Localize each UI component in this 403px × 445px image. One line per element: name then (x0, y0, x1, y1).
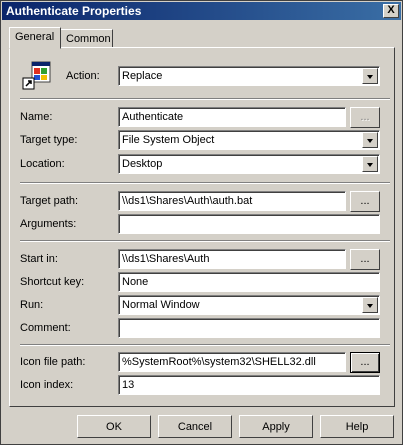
target-path-field[interactable]: \\ds1\Shares\Auth\auth.bat (118, 191, 346, 211)
location-value: Desktop (122, 158, 163, 170)
target-type-value: File System Object (122, 134, 215, 146)
general-panel: Action: Replace Name: Authenticate ... T… (9, 47, 395, 407)
run-label: Run: (20, 299, 44, 311)
action-label: Action: (66, 70, 100, 82)
tab-general-label: General (15, 31, 55, 43)
icon-file-path-value: %SystemRoot%\system32\SHELL32.dll (122, 356, 316, 368)
shortcut-key-value: None (122, 276, 149, 288)
name-field[interactable]: Authenticate (118, 107, 346, 127)
chevron-down-icon[interactable] (362, 68, 378, 84)
shortcut-icon (22, 61, 51, 90)
target-type-label: Target type: (20, 134, 78, 146)
target-path-label: Target path: (20, 195, 79, 207)
shortcut-key-field[interactable]: None (118, 272, 380, 292)
cancel-button[interactable]: Cancel (158, 415, 232, 438)
ok-button[interactable]: OK (77, 415, 151, 438)
name-browse-button: ... (350, 107, 380, 128)
icon-file-path-browse-button[interactable]: ... (350, 352, 380, 373)
close-button[interactable]: X (383, 4, 399, 18)
shortcut-key-label: Shortcut key: (20, 276, 85, 288)
tab-common-label: Common (66, 33, 111, 45)
icon-index-label: Icon index: (20, 379, 74, 391)
icon-file-path-label: Icon file path: (20, 356, 86, 368)
divider (20, 240, 390, 242)
run-select[interactable]: Normal Window (118, 295, 380, 315)
comment-label: Comment: (20, 322, 71, 334)
location-label: Location: (20, 158, 65, 170)
icon-index-value: 13 (122, 379, 135, 391)
name-value: Authenticate (122, 111, 184, 123)
divider (20, 182, 390, 184)
help-button[interactable]: Help (320, 415, 394, 438)
run-value: Normal Window (122, 299, 200, 311)
start-in-browse-button[interactable]: ... (350, 249, 380, 270)
chevron-down-icon[interactable] (362, 297, 378, 313)
target-type-select[interactable]: File System Object (118, 130, 380, 150)
icon-index-field[interactable]: 13 (118, 375, 380, 395)
location-select[interactable]: Desktop (118, 154, 380, 174)
comment-field[interactable] (118, 318, 380, 338)
action-select[interactable]: Replace (118, 66, 380, 86)
start-in-label: Start in: (20, 253, 58, 265)
target-path-value: \\ds1\Shares\Auth\auth.bat (122, 195, 253, 207)
divider (20, 344, 390, 346)
chevron-down-icon[interactable] (362, 132, 378, 148)
start-in-value: \\ds1\Shares\Auth (122, 253, 210, 265)
chevron-down-icon[interactable] (362, 156, 378, 172)
window-title: Authenticate Properties (6, 4, 142, 18)
icon-file-path-field[interactable]: %SystemRoot%\system32\SHELL32.dll (118, 352, 346, 372)
tab-common[interactable]: Common (60, 29, 113, 49)
arguments-label: Arguments: (20, 218, 77, 230)
start-in-field[interactable]: \\ds1\Shares\Auth (118, 249, 346, 269)
action-value: Replace (122, 70, 163, 82)
properties-dialog: Authenticate Properties X General Common… (0, 0, 403, 445)
apply-button[interactable]: Apply (239, 415, 313, 438)
name-label: Name: (20, 111, 53, 123)
title-bar: Authenticate Properties X (2, 2, 401, 20)
target-path-browse-button[interactable]: ... (350, 191, 380, 212)
divider (20, 98, 390, 100)
arguments-field[interactable] (118, 214, 380, 234)
tab-general[interactable]: General (9, 27, 61, 49)
